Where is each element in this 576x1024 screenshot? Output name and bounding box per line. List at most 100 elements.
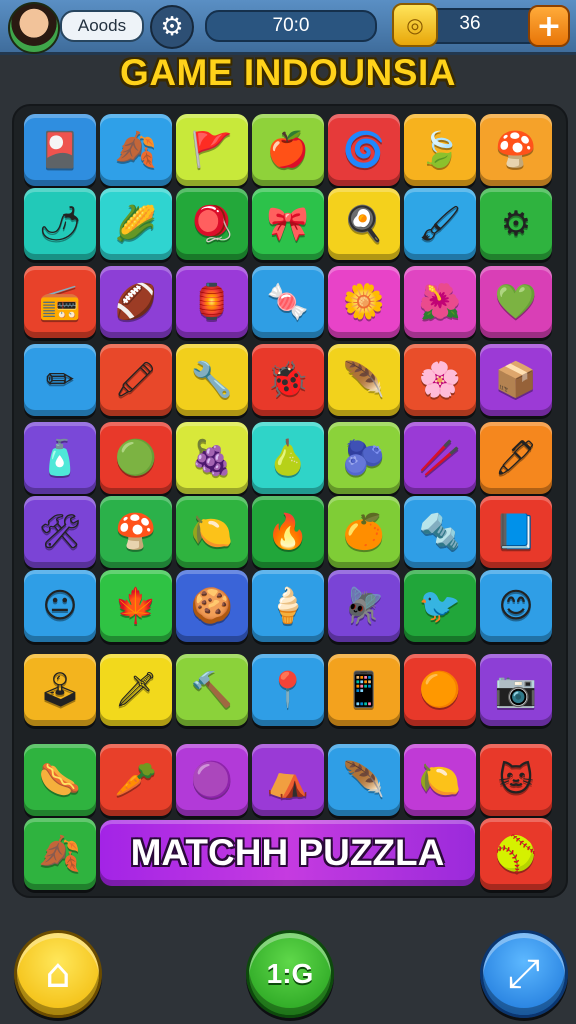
tile[interactable]: 🍄 — [480, 114, 552, 186]
tile[interactable]: 🍐 — [252, 422, 324, 494]
tile[interactable]: 🍃 — [404, 114, 476, 186]
tile[interactable]: 🪰 — [328, 570, 400, 642]
flower-red-icon: 🌸 — [418, 360, 462, 400]
tile[interactable]: 🥎 — [480, 818, 552, 890]
tile[interactable]: 🍂 — [100, 114, 172, 186]
tile[interactable]: 🍳 — [328, 188, 400, 260]
crayon-icon: 🖍 — [114, 360, 158, 400]
player-avatar[interactable] — [8, 2, 60, 54]
tile[interactable]: 🌶 — [24, 188, 96, 260]
tile[interactable]: 🛠 — [24, 496, 96, 568]
tile[interactable]: 🌽 — [100, 188, 172, 260]
tile[interactable]: 🟣 — [176, 744, 248, 816]
hammer-icon: 🔨 — [190, 670, 234, 710]
tile[interactable]: 🟠 — [404, 654, 476, 726]
feather-white-icon: 🪶 — [342, 760, 386, 800]
tile[interactable]: 🌼 — [328, 266, 400, 338]
tile[interactable]: 😊 — [480, 570, 552, 642]
pencil-icon: ✏ — [45, 360, 75, 400]
share-button[interactable]: ⤢ — [480, 930, 568, 1018]
swirl-icon: 🌀 — [342, 130, 386, 170]
ball-yellow-icon: 🥎 — [494, 834, 538, 874]
tile[interactable]: 🍄 — [100, 496, 172, 568]
tile[interactable]: 🍁 — [100, 570, 172, 642]
tile[interactable]: 🔧 — [176, 344, 248, 416]
tile[interactable]: 🔩 — [404, 496, 476, 568]
tile[interactable]: 🗡 — [100, 654, 172, 726]
coin-icon: ◎ — [392, 3, 438, 47]
tile[interactable]: 🧴 — [24, 422, 96, 494]
tile[interactable]: 📱 — [328, 654, 400, 726]
tile[interactable]: 🪀 — [176, 188, 248, 260]
tile[interactable]: 🖍 — [100, 344, 172, 416]
tile[interactable]: 🖊 — [480, 422, 552, 494]
tile[interactable]: 🌺 — [404, 266, 476, 338]
ball-icon: 🏈 — [114, 282, 158, 322]
tile[interactable]: ⛺ — [252, 744, 324, 816]
camera-icon: 📷 — [494, 670, 538, 710]
tile[interactable]: 🍦 — [252, 570, 324, 642]
tile[interactable]: 🏈 — [100, 266, 172, 338]
tile[interactable]: 🫐 — [328, 422, 400, 494]
tile[interactable]: 📦 — [480, 344, 552, 416]
leaf-red-small-icon: 🍂 — [38, 834, 82, 874]
settings-button[interactable]: ⚙ — [150, 5, 194, 49]
orb-icon: 🟠 — [418, 670, 462, 710]
tile[interactable]: 🎀 — [252, 188, 324, 260]
cookie-icon: 🍪 — [190, 586, 234, 626]
tile[interactable]: 🍬 — [252, 266, 324, 338]
tile[interactable]: 🟢 — [100, 422, 172, 494]
spinning-top-icon: 🪀 — [190, 204, 234, 244]
tile[interactable]: 💚 — [480, 266, 552, 338]
tile[interactable]: 🚩 — [176, 114, 248, 186]
book-icon: 📘 — [494, 512, 538, 552]
tile[interactable]: 🔥 — [252, 496, 324, 568]
tile[interactable]: 🍇 — [176, 422, 248, 494]
tile[interactable]: 📻 — [24, 266, 96, 338]
carrot-icon: 🥕 — [114, 760, 158, 800]
tile[interactable]: 🥕 — [100, 744, 172, 816]
player-name-pill: Aoods — [60, 10, 144, 42]
tile[interactable]: 📘 — [480, 496, 552, 568]
candy-icon: 🍬 — [266, 282, 310, 322]
tile[interactable]: ✏ — [24, 344, 96, 416]
bird-icon: 🐦 — [418, 586, 462, 626]
tile[interactable]: 🍋 — [176, 496, 248, 568]
tile[interactable]: 🍂 — [24, 818, 96, 890]
add-coins-button[interactable]: + — [528, 5, 570, 47]
tile[interactable]: 📷 — [480, 654, 552, 726]
tile[interactable]: 🌀 — [328, 114, 400, 186]
gear-icon: ⚙ — [160, 12, 184, 42]
tile[interactable]: 🪶 — [328, 344, 400, 416]
tile[interactable]: 🎴 — [24, 114, 96, 186]
tile[interactable]: 🍪 — [176, 570, 248, 642]
orange-icon: 🍊 — [342, 512, 386, 552]
tile[interactable]: 🌭 — [24, 744, 96, 816]
tile[interactable]: 🍎 — [252, 114, 324, 186]
home-button[interactable]: ⌂ — [14, 930, 102, 1018]
tile[interactable]: 🪶 — [328, 744, 400, 816]
tile[interactable]: 🥢 — [404, 422, 476, 494]
tile[interactable]: ⚙ — [480, 188, 552, 260]
tile[interactable]: 🍊 — [328, 496, 400, 568]
tile[interactable]: 🐞 — [252, 344, 324, 416]
tile[interactable]: 🐱 — [480, 744, 552, 816]
tile[interactable]: 🌸 — [404, 344, 476, 416]
tile[interactable]: 🍋 — [404, 744, 476, 816]
tile[interactable]: 🏮 — [176, 266, 248, 338]
compass-icon: 📍 — [266, 670, 310, 710]
banner-text: MATCHH PUZZLA — [130, 832, 445, 873]
tile[interactable]: 🐦 — [404, 570, 476, 642]
tile[interactable]: 📍 — [252, 654, 324, 726]
level-button[interactable]: 1:G — [246, 930, 334, 1018]
timer: 70:0 — [272, 15, 310, 36]
tile[interactable]: 😐 — [24, 570, 96, 642]
tile[interactable]: 🖌 — [404, 188, 476, 260]
game-title: GAME INDOUNSIA — [120, 52, 456, 93]
tile[interactable]: 🕹 — [24, 654, 96, 726]
share-icon: ⤢ — [508, 951, 540, 997]
tile[interactable]: 🔨 — [176, 654, 248, 726]
smiley-blue-icon: 😊 — [498, 586, 534, 626]
ice-cream-icon: 🍦 — [266, 586, 310, 626]
ribbon-icon: 🎀 — [266, 204, 310, 244]
